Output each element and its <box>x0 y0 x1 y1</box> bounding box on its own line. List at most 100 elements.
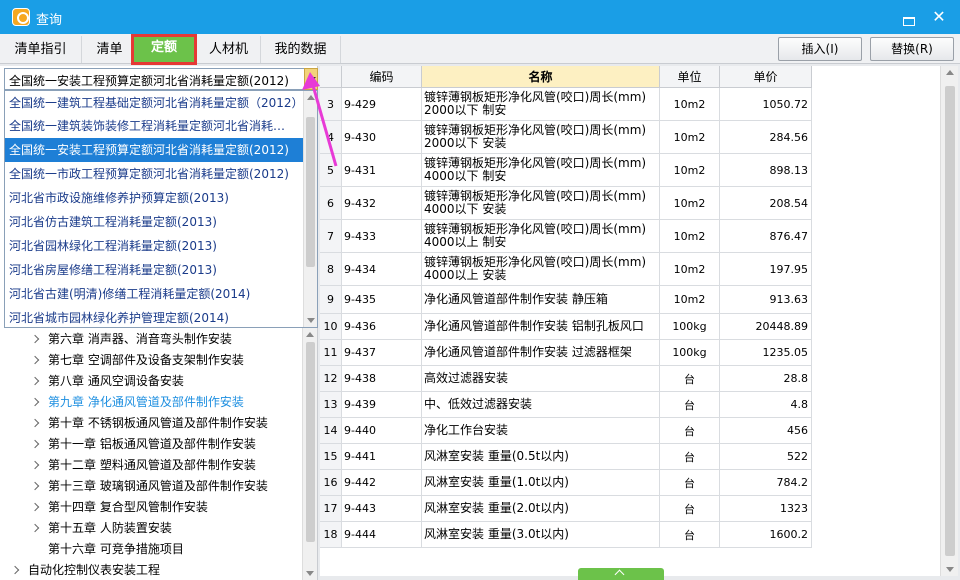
tree-item[interactable]: 第十三章 玻璃钢通风管道及部件制作安装 <box>0 476 300 497</box>
quota-library-option[interactable]: 全国统一安装工程预算定额河北省消耗量定额(2012) <box>5 138 303 162</box>
row-number: 5 <box>320 154 342 186</box>
chevron-right-icon[interactable] <box>30 439 40 449</box>
chevron-right-icon[interactable] <box>30 418 40 428</box>
replace-button[interactable]: 替换(R) <box>870 37 954 61</box>
tree-item[interactable]: 第八章 通风空调设备安装 <box>0 371 300 392</box>
quota-library-selected-value: 全国统一安装工程预算定额河北省消耗量定额(2012) <box>9 74 289 88</box>
tab-bill-guide[interactable]: 清单指引 <box>0 36 82 63</box>
tree-item[interactable]: 第十五章 人防装置安装 <box>0 518 300 539</box>
cell-code: 9-437 <box>342 340 422 365</box>
quota-library-option[interactable]: 河北省仿古建筑工程消耗量定额(2013) <box>5 210 303 234</box>
scroll-down-icon[interactable] <box>307 318 315 323</box>
cell-name: 风淋室安装 重量(0.5t以内) <box>422 444 660 469</box>
table-row[interactable]: 15 9-441 风淋室安装 重量(0.5t以内) 台 522 <box>320 444 812 470</box>
cell-unit: 台 <box>660 392 720 417</box>
tree-item-label: 第十六章 可竞争措施项目 <box>48 542 184 556</box>
column-header-name[interactable]: 名称 <box>422 66 660 88</box>
column-header-price[interactable]: 单价 <box>720 66 812 88</box>
table-row[interactable]: 12 9-438 高效过滤器安装台 28.8 <box>320 366 812 392</box>
cell-name: 风淋室安装 重量(2.0t以内) <box>422 496 660 521</box>
chevron-right-icon[interactable] <box>30 355 40 365</box>
chevron-right-icon[interactable] <box>30 481 40 491</box>
restore-icon[interactable] <box>898 6 920 28</box>
quota-library-option[interactable]: 全国统一市政工程预算定额河北省消耗量定额(2012) <box>5 162 303 186</box>
scroll-thumb[interactable] <box>306 342 315 542</box>
table-row[interactable]: 17 9-443 风淋室安装 重量(2.0t以内) 台 1323 <box>320 496 812 522</box>
row-number: 13 <box>320 392 342 417</box>
tree-item[interactable]: 第十二章 塑料通风管道及部件制作安装 <box>0 455 300 476</box>
scroll-up-icon[interactable] <box>306 332 314 337</box>
column-header-code[interactable]: 编码 <box>342 66 422 88</box>
chevron-right-icon[interactable] <box>30 523 40 533</box>
left-panel: 全国统一安装工程预算定额河北省消耗量定额(2012) 全国统一建筑工程基础定额河… <box>0 66 318 580</box>
row-number: 10 <box>320 314 342 339</box>
tree-item-label: 第十二章 塑料通风管道及部件制作安装 <box>48 458 256 472</box>
table-row[interactable]: 10 9-436 净化通风管道部件制作安装 铝制孔板风口 100kg 20448.89 <box>320 314 812 340</box>
cell-name: 净化工作台安装 <box>422 418 660 443</box>
table-row[interactable]: 18 9-444 风淋室安装 重量(3.0t以内) 台 1600.2 <box>320 522 812 548</box>
cell-name: 高效过滤器安装 <box>422 366 660 391</box>
chevron-right-icon[interactable] <box>10 565 20 575</box>
tree-item[interactable]: 第七章 空调部件及设备支架制作安装 <box>0 350 300 371</box>
cell-name: 镀锌薄钢板矩形净化风管(咬口)周长(mm) 4000以上 制安 <box>422 220 660 252</box>
table-scrollbar[interactable] <box>940 66 958 576</box>
table-row[interactable]: 7 9-433 镀锌薄钢板矩形净化风管(咬口)周长(mm) 4000以上 制安 10m… <box>320 220 812 253</box>
scroll-up-icon[interactable] <box>946 70 954 75</box>
quota-library-option[interactable]: 全国统一建筑工程基础定额河北省消耗量定额（2012） <box>5 91 303 115</box>
tab-my-data[interactable]: 我的数据 <box>261 36 341 63</box>
scroll-thumb[interactable] <box>945 86 955 556</box>
dropdown-scrollbar[interactable] <box>303 91 317 327</box>
insert-button[interactable]: 插入(I) <box>778 37 862 61</box>
cell-code: 9-433 <box>342 220 422 252</box>
cell-price: 456 <box>720 418 812 443</box>
chevron-right-icon[interactable] <box>30 397 40 407</box>
scroll-down-icon[interactable] <box>946 567 954 572</box>
chevron-right-icon[interactable] <box>30 460 40 470</box>
tab-labor-material-machine[interactable]: 人材机 <box>197 36 261 63</box>
tree-scrollbar[interactable] <box>302 328 317 580</box>
tab-quota[interactable]: 定额 <box>131 34 197 65</box>
cell-unit: 10m2 <box>660 88 720 120</box>
quota-table: 编码 名称 单位 单价 3 9-429 镀锌薄钢板矩形净化风管(咬口)周长(mm) … <box>320 66 944 576</box>
tree-item[interactable]: 第六章 消声器、消音弯头制作安装 <box>0 329 300 350</box>
table-row[interactable]: 5 9-431 镀锌薄钢板矩形净化风管(咬口)周长(mm) 4000以下 制安 10m… <box>320 154 812 187</box>
table-row[interactable]: 9 9-435 净化通风管道部件制作安装 静压箱 10m2 913.63 <box>320 286 812 314</box>
table-row[interactable]: 11 9-437 净化通风管道部件制作安装 过滤器框架 100kg 1235.05 <box>320 340 812 366</box>
tree-item[interactable]: 第十章 不锈钢板通风管道及部件制作安装 <box>0 413 300 434</box>
quota-library-option[interactable]: 河北省市政设施维修养护预算定额(2013) <box>5 186 303 210</box>
table-row[interactable]: 14 9-440 净化工作台安装台 456 <box>320 418 812 444</box>
dropdown-arrow-icon[interactable] <box>304 68 318 90</box>
table-row[interactable]: 16 9-442 风淋室安装 重量(1.0t以内) 台 784.2 <box>320 470 812 496</box>
tab-bill[interactable]: 清单 <box>82 36 138 63</box>
tree-item[interactable]: 第十一章 铝板通风管道及部件制作安装 <box>0 434 300 455</box>
table-row[interactable]: 4 9-430 镀锌薄钢板矩形净化风管(咬口)周长(mm) 2000以下 安装 10m… <box>320 121 812 154</box>
cell-unit: 台 <box>660 496 720 521</box>
tree-item[interactable]: 第十六章 可竞争措施项目 <box>0 539 300 560</box>
row-number: 9 <box>320 286 342 313</box>
cell-price: 208.54 <box>720 187 812 219</box>
quota-library-select[interactable]: 全国统一安装工程预算定额河北省消耗量定额(2012) <box>4 68 318 90</box>
chevron-right-icon[interactable] <box>30 376 40 386</box>
collapse-handle[interactable] <box>578 568 664 580</box>
scroll-thumb[interactable] <box>306 117 315 267</box>
cell-name: 风淋室安装 重量(3.0t以内) <box>422 522 660 547</box>
table-row[interactable]: 6 9-432 镀锌薄钢板矩形净化风管(咬口)周长(mm) 4000以下 安装 10m… <box>320 187 812 220</box>
tree-item[interactable]: 自动化控制仪表安装工程 <box>0 560 300 580</box>
table-row[interactable]: 13 9-439 中、低效过滤器安装台 4.8 <box>320 392 812 418</box>
tree-item[interactable]: 第九章 净化通风管道及部件制作安装 <box>0 392 300 413</box>
tree-item[interactable]: 第十四章 复合型风管制作安装 <box>0 497 300 518</box>
scroll-up-icon[interactable] <box>307 95 315 100</box>
chevron-right-icon[interactable] <box>30 334 40 344</box>
quota-library-option[interactable]: 河北省古建(明清)修缮工程消耗量定额(2014) <box>5 282 303 306</box>
column-header-unit[interactable]: 单位 <box>660 66 720 88</box>
quota-library-option[interactable]: 河北省房屋修缮工程消耗量定额(2013) <box>5 258 303 282</box>
chevron-right-icon[interactable] <box>30 502 40 512</box>
quota-library-option[interactable]: 河北省园林绿化工程消耗量定额(2013) <box>5 234 303 258</box>
quota-library-option[interactable]: 河北省城市园林绿化养护管理定额(2014) <box>5 306 303 327</box>
scroll-down-icon[interactable] <box>306 571 314 576</box>
table-row[interactable]: 8 9-434 镀锌薄钢板矩形净化风管(咬口)周长(mm) 4000以上 安装 10m… <box>320 253 812 286</box>
quota-library-option[interactable]: 全国统一建筑装饰装修工程消耗量定额河北省消耗… <box>5 114 303 138</box>
cell-code: 9-429 <box>342 88 422 120</box>
table-row[interactable]: 3 9-429 镀锌薄钢板矩形净化风管(咬口)周长(mm) 2000以下 制安 10m… <box>320 88 812 121</box>
close-icon[interactable]: ✕ <box>928 6 950 28</box>
